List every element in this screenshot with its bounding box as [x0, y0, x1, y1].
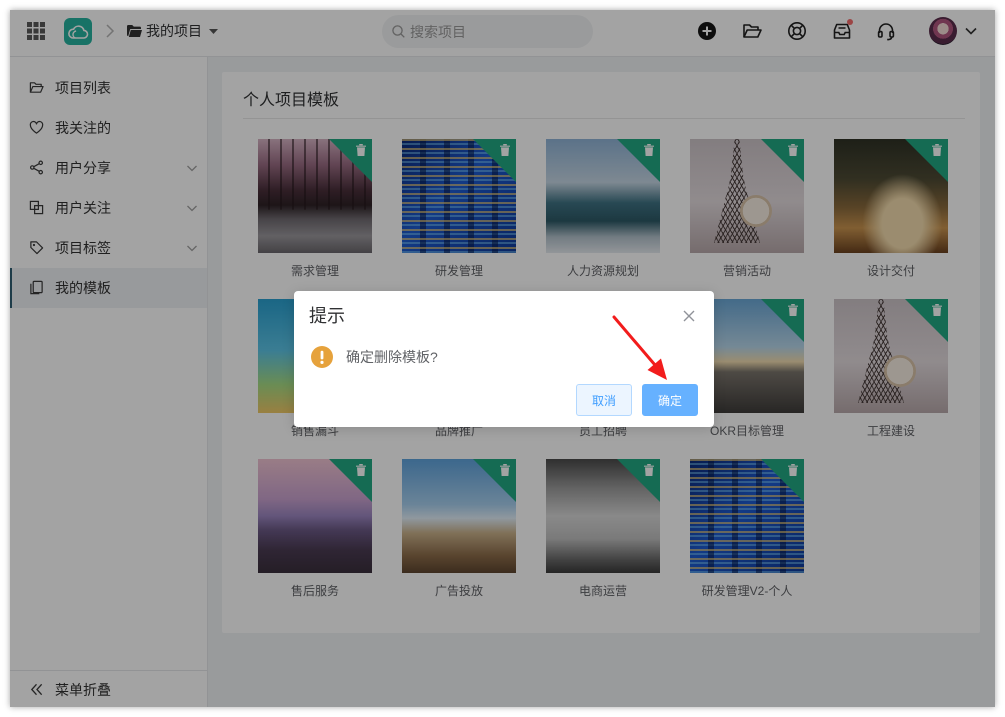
- dialog-title: 提示: [309, 306, 345, 326]
- confirm-dialog: 提示 确定删除模板? 取消 确定: [294, 291, 714, 427]
- close-icon[interactable]: [682, 309, 696, 323]
- app-window: 我的项目 搜索项目 项目列表 我关注的 用户分享 用户关注 项目标签 我的模板 …: [10, 10, 995, 707]
- warning-icon: [311, 346, 333, 368]
- cancel-button[interactable]: 取消: [576, 384, 632, 416]
- dialog-message: 确定删除模板?: [346, 349, 438, 365]
- confirm-button[interactable]: 确定: [642, 384, 698, 416]
